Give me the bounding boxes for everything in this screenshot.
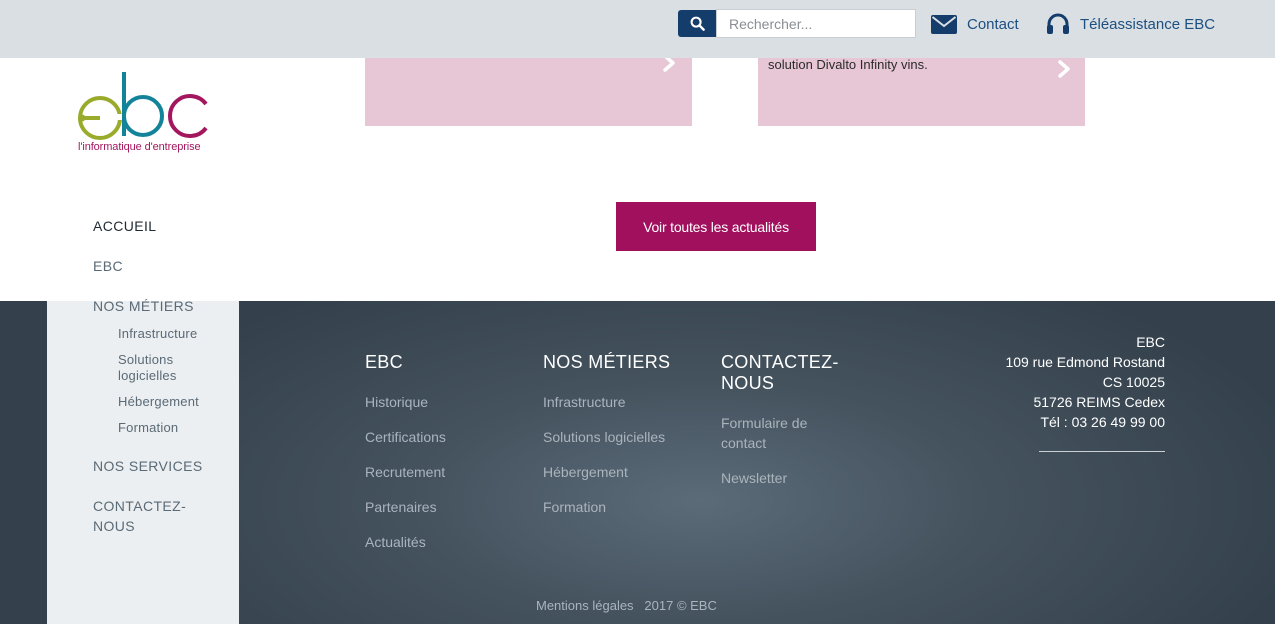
news-card-text: solution Divalto Infinity vins. — [768, 57, 928, 72]
footer-bottom: Mentions légales 2017 © EBC — [536, 598, 717, 613]
contact-label: Contact — [967, 15, 1019, 33]
logo-tagline: l'informatique d'entreprise — [78, 141, 201, 153]
search-button[interactable] — [678, 10, 716, 37]
headset-icon — [1047, 13, 1069, 34]
footer-col-title-ebc: EBC — [365, 352, 403, 372]
footer-link-partenaires[interactable]: Partenaires — [365, 497, 437, 517]
footer-col-title-contact-line2: NOUS — [721, 373, 775, 393]
footer-link-newsletter[interactable]: Newsletter — [721, 468, 787, 488]
footer-link-actualites[interactable]: Actualités — [365, 532, 426, 552]
address-street: 109 rue Edmond Rostand — [1005, 354, 1165, 370]
search-input[interactable] — [716, 9, 916, 38]
copyright-text: 2017 © EBC — [644, 598, 717, 613]
footer-col-title-metiers: NOS MÉTIERS — [543, 352, 671, 372]
sidebar-subitem-formation[interactable]: Formation — [118, 420, 178, 436]
footer-link-contact-form-line2[interactable]: contact — [721, 433, 766, 453]
sidebar-subitem-infrastructure[interactable]: Infrastructure — [118, 326, 197, 342]
footer-link-infrastructure[interactable]: Infrastructure — [543, 392, 625, 412]
news-card[interactable] — [365, 54, 692, 126]
footer-link-contact-form[interactable]: Formulaire de — [721, 413, 807, 433]
footer-link-certifications[interactable]: Certifications — [365, 427, 446, 447]
sidebar-subitem-hebergement[interactable]: Hébergement — [118, 394, 199, 410]
footer-col-title-contact: CONTACTEZ- — [721, 352, 839, 372]
sidebar-item-accueil[interactable]: ACCUEIL — [93, 216, 156, 236]
sidebar-subitem-solutions-line2[interactable]: logicielles — [118, 368, 177, 384]
top-bar: Contact Téléassistance EBC — [0, 0, 1275, 58]
sidebar-item-contact[interactable]: CONTACTEZ- — [93, 496, 186, 516]
contact-link[interactable]: Contact — [931, 14, 1019, 34]
sidebar-item-services[interactable]: NOS SERVICES — [93, 456, 203, 476]
teleassistance-link[interactable]: Téléassistance EBC — [1046, 13, 1216, 34]
news-card[interactable]: solution Divalto Infinity vins. — [758, 58, 1085, 126]
sidebar-item-metiers[interactable]: NOS MÉTIERS — [93, 296, 194, 316]
footer-address: EBC 109 rue Edmond Rostand CS 10025 5172… — [1005, 332, 1165, 432]
address-phone: Tél : 03 26 49 99 00 — [1040, 414, 1165, 430]
footer-link-formation[interactable]: Formation — [543, 497, 606, 517]
address-cs: CS 10025 — [1102, 374, 1165, 390]
legal-notice-link[interactable]: Mentions légales — [536, 598, 634, 613]
address-divider — [1039, 451, 1165, 452]
chevron-right-icon — [1058, 60, 1070, 78]
all-news-button[interactable]: Voir toutes les actualités — [616, 202, 816, 251]
sidebar-item-contact-line2[interactable]: NOUS — [93, 516, 135, 536]
address-city: 51726 REIMS Cedex — [1033, 394, 1165, 410]
footer-link-solutions[interactable]: Solutions logicielles — [543, 427, 665, 447]
footer-link-hebergement[interactable]: Hébergement — [543, 462, 628, 482]
envelope-icon — [931, 14, 957, 34]
teleassistance-label: Téléassistance EBC — [1080, 15, 1216, 33]
sidebar-item-ebc[interactable]: EBC — [93, 256, 123, 276]
sidebar-subitem-solutions[interactable]: Solutions — [118, 352, 173, 368]
footer-link-historique[interactable]: Historique — [365, 392, 428, 412]
search-icon — [690, 16, 705, 31]
footer-link-recrutement[interactable]: Recrutement — [365, 462, 445, 482]
address-name: EBC — [1136, 334, 1165, 350]
